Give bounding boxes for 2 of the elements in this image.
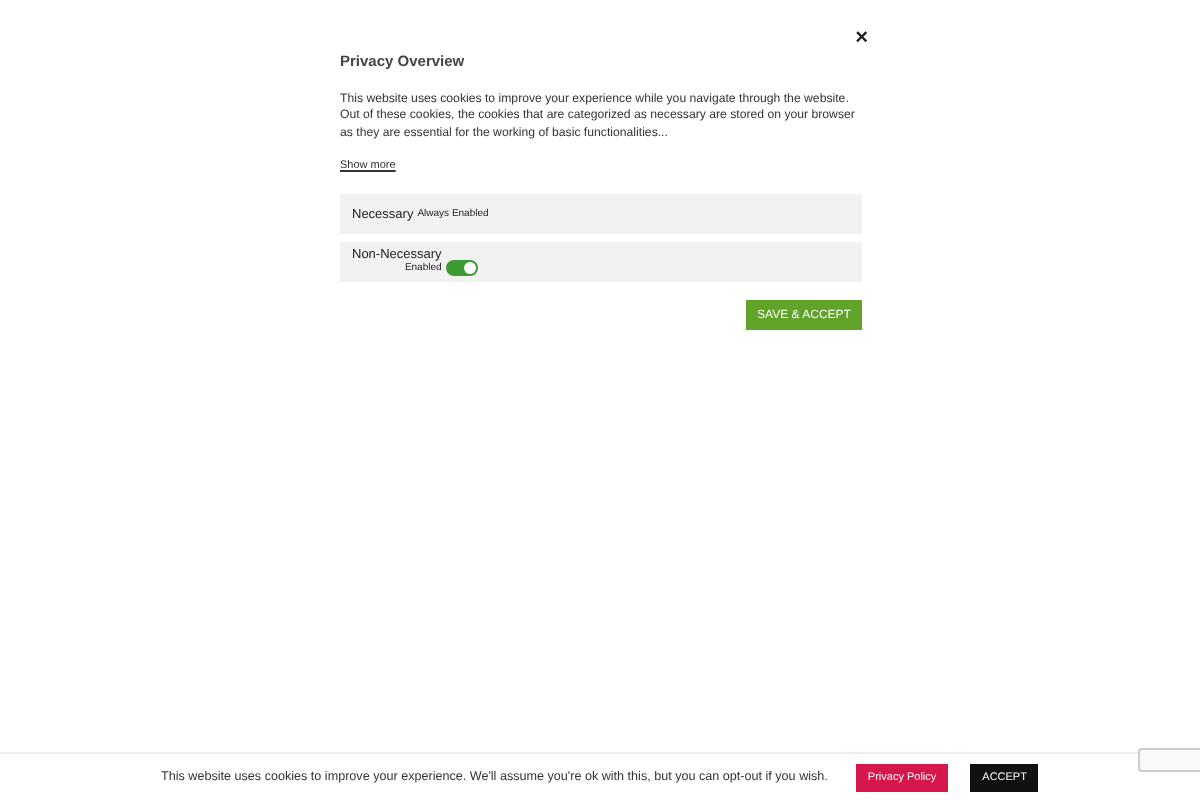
close-button[interactable]: ×	[855, 28, 868, 50]
toggle-switch[interactable]	[445, 260, 478, 277]
